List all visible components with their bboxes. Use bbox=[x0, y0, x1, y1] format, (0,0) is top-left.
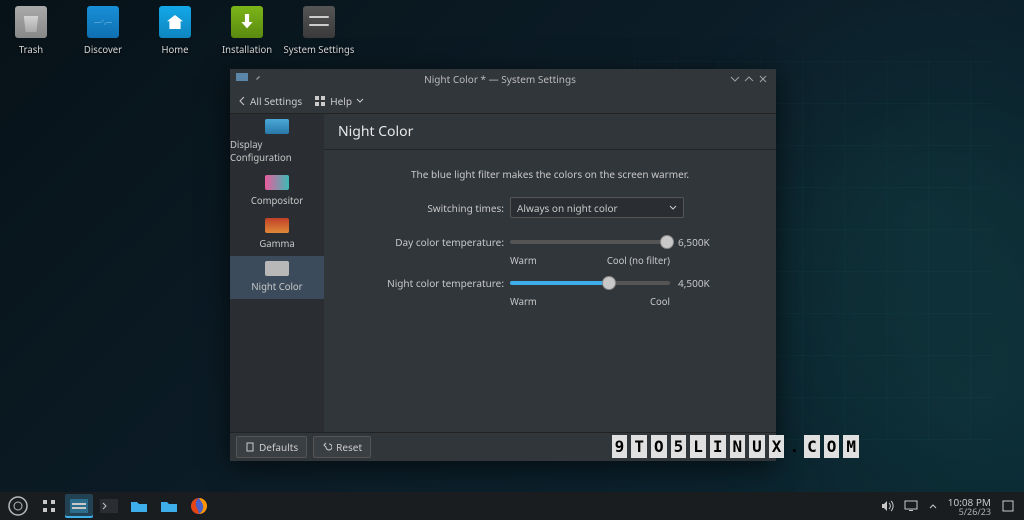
sidebar-item-night-color[interactable]: Night Color bbox=[230, 256, 324, 299]
minimize-button[interactable] bbox=[728, 72, 742, 86]
task-manager-button[interactable] bbox=[35, 494, 63, 518]
day-temperature-slider[interactable] bbox=[510, 234, 670, 250]
terminal-icon bbox=[100, 499, 118, 513]
app-icon bbox=[236, 72, 250, 86]
help-menu-button[interactable]: Help bbox=[314, 94, 364, 108]
system-tray: 10:08 PM 5/26/23 bbox=[880, 497, 1021, 516]
volume-icon[interactable] bbox=[880, 499, 894, 513]
night-temperature-label: Night color temperature: bbox=[344, 276, 510, 290]
pin-icon[interactable] bbox=[254, 72, 268, 86]
system-settings-window: Night Color * — System Settings All Sett… bbox=[230, 69, 776, 461]
app-launcher-icon bbox=[8, 496, 28, 516]
chevron-left-icon bbox=[238, 96, 246, 106]
slider-tick-cool: Cool (no filter) bbox=[607, 254, 670, 267]
gamma-icon bbox=[265, 218, 289, 233]
watermark: 9TO5LINUX.COM bbox=[612, 435, 859, 458]
icon-label: Installation bbox=[222, 43, 272, 56]
sidebar-item-compositor[interactable]: Compositor bbox=[230, 170, 324, 213]
application-menu-button[interactable] bbox=[3, 494, 33, 518]
date-label: 5/26/23 bbox=[948, 507, 991, 516]
desktop-icon-home[interactable]: Home bbox=[150, 6, 200, 56]
sidebar-item-label: Night Color bbox=[251, 280, 302, 293]
icon-label: Home bbox=[161, 43, 188, 56]
sidebar-item-label: Compositor bbox=[251, 194, 303, 207]
grid-icon bbox=[41, 498, 57, 514]
night-color-icon bbox=[265, 261, 289, 276]
night-temperature-value: 4,500K bbox=[678, 276, 710, 290]
desktop-icon-installation[interactable]: Installation bbox=[222, 6, 272, 56]
show-desktop-button[interactable] bbox=[1001, 499, 1015, 513]
defaults-button[interactable]: Defaults bbox=[236, 436, 307, 458]
firefox-icon bbox=[190, 497, 208, 515]
taskbar-app-system-settings[interactable] bbox=[65, 494, 93, 518]
maximize-button[interactable] bbox=[742, 72, 756, 86]
day-temperature-label: Day color temperature: bbox=[344, 235, 510, 249]
desktop-icon-system-settings[interactable]: System Settings bbox=[294, 6, 344, 56]
trash-icon bbox=[15, 6, 47, 38]
back-all-settings-button[interactable]: All Settings bbox=[238, 94, 302, 108]
taskbar-app-files[interactable] bbox=[155, 494, 183, 518]
icon-label: Discover bbox=[84, 43, 122, 56]
night-temperature-slider[interactable] bbox=[510, 275, 670, 291]
page-title: Night Color bbox=[324, 114, 776, 150]
folder-icon bbox=[130, 499, 148, 513]
folder-icon bbox=[160, 499, 178, 513]
icon-label: System Settings bbox=[284, 43, 355, 56]
undo-icon bbox=[322, 442, 332, 452]
desktop-icons: Trash Discover Home Installation System … bbox=[6, 6, 344, 56]
icon-label: Trash bbox=[19, 43, 43, 56]
install-icon bbox=[231, 6, 263, 38]
slider-tick-cool: Cool bbox=[650, 295, 670, 308]
content-pane: Night Color The blue light filter makes … bbox=[324, 114, 776, 432]
chevron-down-icon bbox=[669, 204, 677, 212]
slider-tick-warm: Warm bbox=[510, 295, 537, 308]
display-icon bbox=[265, 119, 289, 134]
desktop-icon-trash[interactable]: Trash bbox=[6, 6, 56, 56]
sidebar-item-label: Gamma bbox=[259, 237, 294, 250]
chevron-down-icon bbox=[356, 97, 364, 105]
sidebar-item-gamma[interactable]: Gamma bbox=[230, 213, 324, 256]
back-label: All Settings bbox=[250, 94, 302, 108]
document-icon bbox=[245, 442, 255, 452]
switching-times-select[interactable]: Always on night color bbox=[510, 197, 684, 218]
switching-times-label: Switching times: bbox=[344, 201, 510, 215]
day-temperature-value: 6,500K bbox=[678, 235, 710, 249]
home-icon bbox=[159, 6, 191, 38]
clock[interactable]: 10:08 PM 5/26/23 bbox=[948, 497, 991, 516]
discover-icon bbox=[87, 6, 119, 38]
titlebar[interactable]: Night Color * — System Settings bbox=[230, 69, 776, 89]
sidebar-item-label: Display Configuration bbox=[230, 138, 324, 164]
desktop-icon-discover[interactable]: Discover bbox=[78, 6, 128, 56]
taskbar-app-konsole[interactable] bbox=[95, 494, 123, 518]
page-description: The blue light filter makes the colors o… bbox=[344, 167, 756, 181]
reset-button[interactable]: Reset bbox=[313, 436, 371, 458]
taskbar-app-firefox[interactable] bbox=[185, 494, 213, 518]
taskbar: 10:08 PM 5/26/23 bbox=[0, 492, 1024, 520]
slider-tick-warm: Warm bbox=[510, 254, 537, 267]
chevron-up-icon[interactable] bbox=[928, 501, 938, 511]
select-value: Always on night color bbox=[517, 201, 618, 215]
taskbar-app-dolphin[interactable] bbox=[125, 494, 153, 518]
settings-window-icon bbox=[70, 499, 88, 513]
sidebar: Display Configuration Compositor Gamma N… bbox=[230, 114, 324, 432]
settings-icon bbox=[303, 6, 335, 38]
close-button[interactable] bbox=[756, 72, 770, 86]
toolbar: All Settings Help bbox=[230, 89, 776, 114]
help-label: Help bbox=[330, 94, 352, 108]
help-icon bbox=[314, 95, 326, 107]
sidebar-item-display-configuration[interactable]: Display Configuration bbox=[230, 114, 324, 170]
compositor-icon bbox=[265, 175, 289, 190]
window-title: Night Color * — System Settings bbox=[272, 72, 728, 86]
display-tray-icon[interactable] bbox=[904, 499, 918, 513]
